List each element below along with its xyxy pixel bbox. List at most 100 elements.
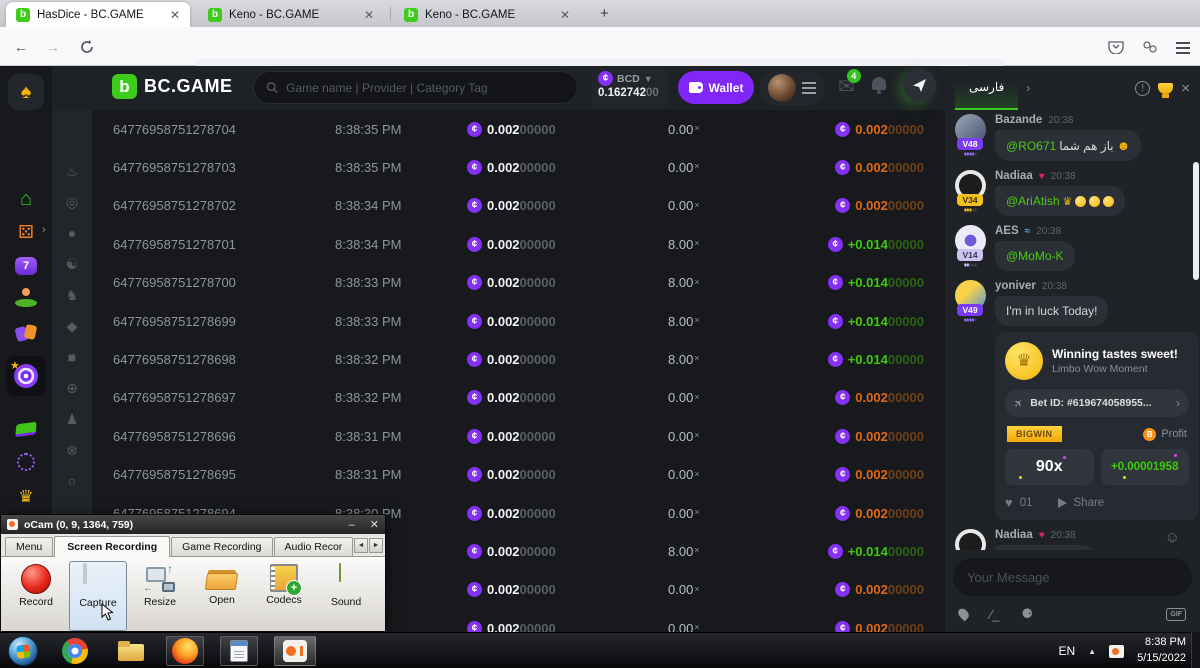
expand-chevron-icon[interactable]: › <box>42 224 46 236</box>
close-icon[interactable]: ✕ <box>370 518 379 531</box>
table-row[interactable]: 64776958751278704 8:38:35 PM ¢ 0.0020000… <box>92 110 945 148</box>
browser-tab[interactable]: b Keno - BC.GAME ✕ <box>394 2 580 27</box>
back-icon[interactable]: ← <box>14 39 28 55</box>
username[interactable]: Nadiaa <box>995 529 1033 541</box>
mention-link[interactable]: @AriAtish <box>1006 194 1060 208</box>
game-category-icon[interactable]: ☯ <box>52 253 92 275</box>
sidebar-item-bonus[interactable] <box>7 413 45 445</box>
table-row[interactable]: 64776958751278695 8:38:31 PM ¢ 0.0020000… <box>92 456 945 494</box>
gif-icon[interactable]: GIF <box>1166 608 1186 621</box>
pocket-icon[interactable] <box>1108 40 1124 54</box>
resize-button[interactable]: ↑← Resize <box>131 561 189 631</box>
table-row[interactable]: 64776958751278697 8:38:32 PM ¢ 0.0020000… <box>92 379 945 417</box>
spade-logo-icon[interactable]: ♠ <box>8 74 44 110</box>
taskbar-chrome[interactable] <box>56 636 94 666</box>
sidebar-item-lottery[interactable] <box>7 283 45 315</box>
capture-button[interactable]: Capture <box>69 561 127 631</box>
table-row[interactable]: 64776958751278703 8:38:35 PM ¢ 0.0020000… <box>92 148 945 186</box>
reload-icon[interactable] <box>80 40 94 54</box>
rain-drop-icon[interactable] <box>956 607 971 622</box>
sidebar-item-home[interactable]: ⌂ <box>7 183 45 215</box>
menu-hamburger-icon[interactable] <box>1176 42 1190 54</box>
share-icon[interactable] <box>1058 498 1067 508</box>
forward-icon[interactable]: → <box>46 39 60 55</box>
chat-toggle-button[interactable] <box>903 69 936 102</box>
mention-link[interactable]: @MoMo-K <box>1006 249 1064 263</box>
like-heart-icon[interactable]: ♥ <box>1005 495 1013 510</box>
emoji-smiley-icon[interactable]: ☺ <box>1165 529 1180 546</box>
bcgame-logo[interactable]: b BC.GAME <box>112 74 233 99</box>
game-category-icon[interactable]: ◎ <box>52 191 92 213</box>
rules-pen-icon[interactable]: ∕_ <box>990 607 999 622</box>
taskbar-firefox[interactable] <box>166 636 204 666</box>
info-icon[interactable]: ! <box>1135 81 1150 96</box>
taskbar-ocam-active[interactable] <box>274 636 316 666</box>
game-category-icon[interactable]: ♞ <box>52 284 92 306</box>
avatar[interactable] <box>768 74 796 102</box>
chat-scrollbar-thumb[interactable] <box>1193 162 1199 280</box>
sidebar-item-shop[interactable] <box>7 318 45 350</box>
avatar[interactable] <box>955 529 986 550</box>
wallet-button[interactable]: Wallet <box>678 71 754 104</box>
start-button[interactable] <box>8 636 38 666</box>
ocam-title-bar[interactable]: oCam (0, 9, 1364, 759) – ✕ <box>1 515 385 534</box>
record-button[interactable]: Record <box>7 561 65 631</box>
trophy-icon[interactable] <box>1158 83 1173 94</box>
minimize-icon[interactable]: – <box>349 519 355 531</box>
game-category-icon[interactable]: ■ <box>52 346 92 368</box>
game-category-icon[interactable]: ○ <box>52 470 92 492</box>
games-ball-icon[interactable]: ⚈ <box>1021 606 1033 622</box>
username[interactable]: Bazande <box>995 114 1042 126</box>
tab-screen-recording[interactable]: Screen Recording <box>54 536 170 557</box>
browser-tab[interactable]: b HasDice - BC.GAME ✕ <box>6 2 190 27</box>
chat-language-tab[interactable]: فارسی <box>955 66 1018 110</box>
extensions-icon[interactable] <box>1142 40 1158 54</box>
tab-menu[interactable]: Menu <box>5 537 53 556</box>
username[interactable]: Nadiaa <box>995 170 1033 182</box>
balance-selector[interactable]: ¢ BCD ▼ 0.16274200 <box>592 68 668 108</box>
tab-close-icon[interactable]: ✕ <box>170 8 180 22</box>
tab-close-icon[interactable]: ✕ <box>364 8 374 22</box>
taskbar-explorer[interactable] <box>112 636 150 666</box>
chevron-right-icon[interactable]: › <box>1026 81 1030 95</box>
sidebar-item-casino[interactable]: ⚄ <box>7 216 45 248</box>
game-category-icon[interactable]: ◆ <box>52 315 92 337</box>
hidden-icons-arrow[interactable]: ▲ <box>1088 647 1096 656</box>
table-row[interactable]: 64776958751278701 8:38:34 PM ¢ 0.0020000… <box>92 225 945 263</box>
table-row[interactable]: 64776958751278699 8:38:33 PM ¢ 0.0020000… <box>92 302 945 340</box>
bet-id-pill[interactable]: ✈ Bet ID: #619674058955... › <box>1005 389 1189 417</box>
win-card[interactable]: ♛ Winning tastes sweet! Limbo Wow Moment… <box>995 332 1199 520</box>
tab-game-recording[interactable]: Game Recording <box>171 537 272 556</box>
sidebar-item-roulette[interactable] <box>7 446 45 478</box>
codecs-button[interactable]: Codecs <box>255 561 313 631</box>
browser-tab[interactable]: b Keno - BC.GAME ✕ <box>198 2 384 27</box>
sound-button[interactable]: Sound <box>317 561 375 631</box>
new-tab-button[interactable]: + <box>600 5 609 22</box>
tab-scroll-left-icon[interactable]: ◄ <box>354 538 368 553</box>
show-desktop-button[interactable] <box>1191 632 1200 668</box>
open-button[interactable]: Open <box>193 561 251 631</box>
sidebar-item-sports[interactable]: 7 <box>7 250 45 282</box>
taskbar-notepad[interactable] <box>220 636 258 666</box>
ocam-window[interactable]: oCam (0, 9, 1364, 759) – ✕ Menu Screen R… <box>0 514 386 632</box>
mention-link[interactable]: @RO671 <box>1006 139 1056 153</box>
table-row[interactable]: 64776958751278700 8:38:33 PM ¢ 0.0020000… <box>92 264 945 302</box>
username[interactable]: AES <box>995 225 1019 237</box>
sidebar-item-hash-games-active[interactable]: ★ <box>6 356 46 396</box>
profile-menu[interactable] <box>760 70 824 106</box>
game-category-icon[interactable]: ♨ <box>52 160 92 182</box>
game-category-icon[interactable]: ⊗ <box>52 439 92 461</box>
tab-audio-recording[interactable]: Audio Recor <box>274 537 354 556</box>
game-search[interactable] <box>253 71 578 104</box>
table-row[interactable]: 64776958751278702 8:38:34 PM ¢ 0.0020000… <box>92 187 945 225</box>
search-input[interactable] <box>286 81 565 95</box>
game-category-icon[interactable]: ● <box>52 222 92 244</box>
notifications-bell-icon[interactable] <box>872 77 886 90</box>
table-row[interactable]: 64776958751278696 8:38:31 PM ¢ 0.0020000… <box>92 417 945 455</box>
tab-close-icon[interactable]: ✕ <box>560 8 570 22</box>
chat-message-input[interactable] <box>953 558 1192 596</box>
username[interactable]: yoniver <box>995 280 1036 292</box>
game-category-icon[interactable]: ♟ <box>52 408 92 430</box>
table-row[interactable]: 64776958751278698 8:38:32 PM ¢ 0.0020000… <box>92 340 945 378</box>
close-chat-icon[interactable]: × <box>1181 80 1190 97</box>
